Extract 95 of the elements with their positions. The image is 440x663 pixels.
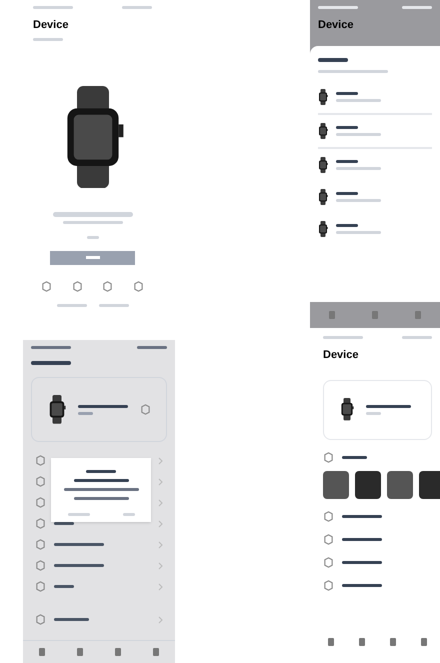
chevron-right-icon	[158, 498, 163, 506]
feature-icon	[132, 280, 144, 292]
blurred-text-bar	[342, 584, 382, 586]
menu-item-icon	[323, 580, 334, 590]
blurred-text-bar	[74, 497, 128, 500]
chevron-right-icon	[158, 562, 163, 570]
screen-title: Device	[32, 18, 70, 33]
blurred-text-bar	[336, 198, 381, 202]
blurred-text-bar	[336, 224, 358, 226]
blurred-text-bar	[74, 479, 128, 482]
smartwatch-icon	[48, 395, 66, 424]
smartwatch-icon	[318, 220, 328, 236]
watch-face-thumbnail[interactable]	[355, 470, 381, 498]
blurred-text-bar	[54, 618, 89, 621]
chevron-right-icon	[158, 616, 163, 624]
watch-face-thumbnail[interactable]	[323, 470, 349, 498]
tab-bar-icon[interactable]	[151, 647, 161, 657]
blurred-text-bar	[336, 126, 358, 128]
chevron-right-icon	[158, 456, 163, 464]
chevron-right-icon	[158, 582, 163, 590]
blurred-text-bar	[336, 192, 358, 194]
blurred-text-bar	[318, 58, 348, 62]
menu-item-icon	[35, 497, 46, 508]
menu-item-icon	[35, 455, 46, 466]
chevron-right-icon	[158, 540, 163, 548]
menu-item-icon	[35, 539, 46, 550]
tab-bar-icon[interactable]	[388, 637, 398, 647]
smartwatch-icon	[318, 88, 328, 104]
menu-item-icon	[323, 556, 334, 568]
connect-button[interactable]	[50, 250, 135, 265]
blurred-text-bar	[336, 166, 381, 170]
watch-face-thumbnail[interactable]	[387, 470, 413, 498]
tab-bar-icon[interactable]	[419, 637, 430, 647]
device-card[interactable]	[323, 380, 432, 440]
blurred-text-bar	[78, 412, 93, 414]
blurred-text-bar	[318, 6, 358, 9]
smartwatch-icon	[318, 122, 328, 138]
blurred-text-bar	[78, 404, 128, 408]
menu-item-icon	[323, 452, 334, 462]
blurred-text-bar	[342, 560, 382, 564]
screen-title: Device	[317, 18, 354, 33]
feature-icon	[41, 280, 52, 292]
screen-title: Device	[322, 348, 360, 363]
menu-item-icon	[35, 518, 46, 529]
feature-icon	[72, 280, 83, 292]
blurred-text-bar	[122, 6, 152, 9]
blurred-text-bar	[336, 132, 381, 136]
tab-bar-icon[interactable]	[75, 647, 85, 657]
blurred-text-bar	[402, 6, 432, 9]
blurred-text-bar	[54, 585, 74, 588]
menu-item-icon	[35, 476, 46, 487]
blurred-text-bar	[98, 304, 128, 307]
blurred-text-bar	[366, 404, 411, 408]
blurred-text-bar	[122, 513, 134, 516]
blurred-text-bar	[68, 513, 90, 516]
blurred-text-bar	[62, 220, 122, 224]
device-card[interactable]	[31, 377, 167, 442]
blurred-text-bar	[31, 346, 71, 349]
smartwatch-icon	[318, 156, 328, 172]
smartwatch-icon	[318, 188, 328, 204]
menu-item-icon	[35, 614, 46, 625]
tab-bar-icon[interactable]	[356, 637, 367, 647]
menu-item-icon	[35, 581, 46, 592]
menu-item-icon	[323, 534, 334, 544]
blurred-text-bar	[54, 564, 104, 567]
menu-item-icon	[323, 510, 334, 522]
blurred-text-bar	[54, 543, 104, 546]
chevron-right-icon	[158, 520, 163, 528]
smartwatch-icon	[340, 398, 354, 421]
tab-bar-icon[interactable]	[37, 647, 47, 657]
blurred-text-bar	[54, 522, 74, 525]
blurred-text-bar	[56, 304, 86, 307]
blurred-text-bar	[31, 361, 71, 365]
blurred-text-bar	[33, 38, 63, 40]
blurred-text-bar	[86, 236, 98, 239]
blurred-text-bar	[323, 336, 363, 339]
blurred-text-bar	[342, 456, 367, 458]
tab-bar-icon[interactable]	[113, 647, 123, 657]
blurred-text-bar	[342, 538, 382, 540]
blurred-text-bar	[336, 160, 358, 162]
watch-face-thumbnail[interactable]	[419, 470, 440, 498]
blurred-text-bar	[366, 412, 381, 414]
blurred-text-bar	[137, 346, 167, 349]
chevron-right-icon	[158, 478, 163, 486]
blurred-text-bar	[33, 6, 73, 9]
blurred-text-bar	[318, 70, 388, 72]
blurred-text-bar	[336, 92, 358, 94]
blurred-text-bar	[336, 230, 381, 234]
blurred-text-bar	[342, 514, 382, 518]
tab-bar-icon[interactable]	[326, 637, 336, 647]
feature-icon	[102, 280, 114, 292]
menu-item-icon	[35, 560, 46, 571]
blurred-text-bar	[336, 98, 381, 102]
blurred-text-bar	[402, 336, 432, 339]
blurred-text-bar	[86, 470, 116, 473]
